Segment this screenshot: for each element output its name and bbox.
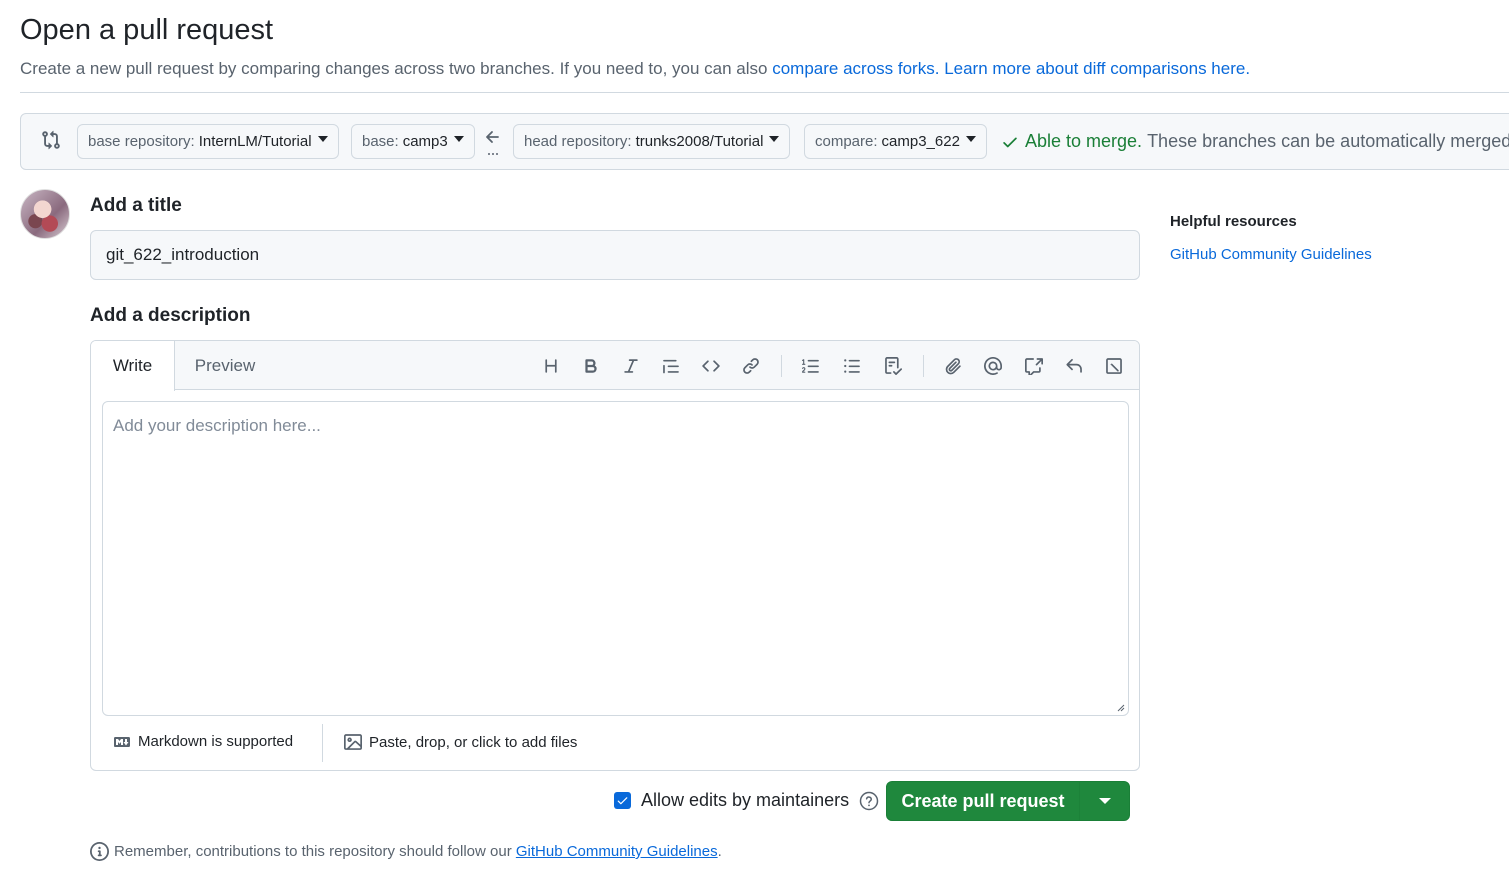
toolbar-divider bbox=[781, 355, 782, 377]
link-icon[interactable] bbox=[739, 353, 763, 379]
create-options-dropdown[interactable] bbox=[1080, 782, 1130, 820]
description-placeholder: Add your description here... bbox=[113, 416, 321, 435]
sidebar-community-guidelines-link[interactable]: GitHub Community Guidelines bbox=[1170, 246, 1372, 263]
head-repository-select[interactable]: head repository: trunks2008/Tutorial bbox=[513, 124, 791, 159]
tab-write[interactable]: Write bbox=[91, 341, 175, 391]
compare-branch-select[interactable]: compare: camp3_622 bbox=[804, 124, 987, 159]
markdown-supported-text: Markdown is supported bbox=[138, 733, 294, 750]
footer-divider bbox=[322, 724, 323, 762]
toolbar-divider bbox=[923, 355, 924, 377]
description-label: Add a description bbox=[90, 305, 251, 326]
attach-icon[interactable] bbox=[941, 353, 965, 379]
page-title: Open a pull request bbox=[20, 14, 274, 46]
info-icon bbox=[90, 842, 109, 861]
merge-status: Able to merge. These branches can be aut… bbox=[1001, 131, 1509, 152]
mention-icon[interactable] bbox=[981, 353, 1005, 379]
add-files[interactable]: Paste, drop, or click to add files bbox=[343, 733, 577, 751]
divider bbox=[20, 92, 1509, 93]
description-editor: Write Preview Add your description here.… bbox=[90, 340, 1140, 771]
base-repository-value: InternLM/Tutorial bbox=[198, 133, 312, 150]
slash-command-icon[interactable] bbox=[1102, 353, 1126, 379]
merge-status-message: These branches can be automatically merg… bbox=[1147, 131, 1509, 151]
description-textarea[interactable]: Add your description here... bbox=[102, 401, 1129, 716]
tab-preview[interactable]: Preview bbox=[175, 341, 275, 390]
create-pull-request-button[interactable]: Create pull request bbox=[887, 782, 1079, 820]
caret-down-icon bbox=[453, 135, 464, 142]
compare-forks-link[interactable]: compare across forks. bbox=[772, 59, 939, 78]
base-repository-label: base repository: bbox=[88, 133, 195, 150]
quote-icon[interactable] bbox=[659, 353, 683, 379]
head-repository-label: head repository: bbox=[524, 133, 632, 150]
title-input[interactable]: git_622_introduction bbox=[90, 230, 1140, 280]
subtitle-text: Create a new pull request by comparing c… bbox=[20, 59, 773, 78]
caret-down-icon bbox=[769, 135, 780, 142]
allow-edits: Allow edits by maintainers bbox=[614, 790, 879, 811]
base-repository-select[interactable]: base repository: InternLM/Tutorial bbox=[77, 124, 339, 159]
editor-header: Write Preview bbox=[91, 341, 1139, 391]
git-compare-icon bbox=[42, 130, 60, 150]
resize-handle-icon[interactable] bbox=[1115, 702, 1125, 712]
compare-branch-value: camp3_622 bbox=[881, 133, 960, 150]
allow-edits-checkbox[interactable] bbox=[614, 792, 631, 809]
markdown-icon bbox=[114, 736, 130, 747]
question-icon[interactable] bbox=[859, 791, 879, 811]
caret-down-icon bbox=[1099, 798, 1111, 804]
undo-icon[interactable] bbox=[1062, 353, 1086, 379]
create-pull-request-group: Create pull request bbox=[886, 781, 1130, 821]
compare-branch-label: compare: bbox=[815, 133, 878, 150]
base-branch-label: base: bbox=[362, 133, 399, 150]
page-subtitle: Create a new pull request by comparing c… bbox=[20, 59, 1250, 79]
merge-status-ok: Able to merge. bbox=[1025, 131, 1143, 151]
bold-icon[interactable] bbox=[579, 353, 603, 379]
numbered-list-icon[interactable] bbox=[799, 353, 823, 379]
code-icon[interactable] bbox=[699, 353, 723, 379]
markdown-supported[interactable]: Markdown is supported bbox=[112, 733, 293, 750]
checkmark-icon bbox=[617, 797, 628, 805]
base-branch-value: camp3 bbox=[402, 133, 448, 150]
head-repository-value: trunks2008/Tutorial bbox=[635, 133, 764, 150]
contribution-note: Remember, contributions to this reposito… bbox=[90, 842, 722, 861]
allow-edits-label[interactable]: Allow edits by maintainers bbox=[641, 790, 849, 811]
check-icon bbox=[1003, 137, 1017, 147]
contribution-note-text: Remember, contributions to this reposito… bbox=[114, 843, 516, 860]
title-label: Add a title bbox=[90, 195, 182, 216]
reference-icon[interactable] bbox=[1022, 353, 1046, 379]
contribution-note-end: . bbox=[717, 843, 722, 860]
base-branch-select[interactable]: base: camp3 bbox=[351, 124, 475, 159]
learn-more-link[interactable]: Learn more about diff comparisons here. bbox=[944, 59, 1250, 78]
arrow-left-icon bbox=[486, 131, 499, 155]
editor-footer: Markdown is supported Paste, drop, or cl… bbox=[91, 724, 1139, 770]
community-guidelines-link[interactable]: GitHub Community Guidelines bbox=[516, 843, 718, 860]
italic-icon[interactable] bbox=[619, 353, 643, 379]
heading-icon[interactable] bbox=[539, 353, 563, 379]
range-editor: base repository: InternLM/Tutorial base: c… bbox=[20, 113, 1509, 170]
unordered-list-icon[interactable] bbox=[840, 353, 864, 379]
helpful-resources-title: Helpful resources bbox=[1170, 213, 1297, 230]
avatar[interactable] bbox=[20, 189, 70, 239]
caret-down-icon bbox=[965, 135, 976, 142]
image-icon bbox=[344, 734, 362, 750]
add-files-text: Paste, drop, or click to add files bbox=[369, 733, 578, 751]
task-list-icon[interactable] bbox=[881, 353, 905, 379]
caret-down-icon bbox=[317, 135, 328, 142]
